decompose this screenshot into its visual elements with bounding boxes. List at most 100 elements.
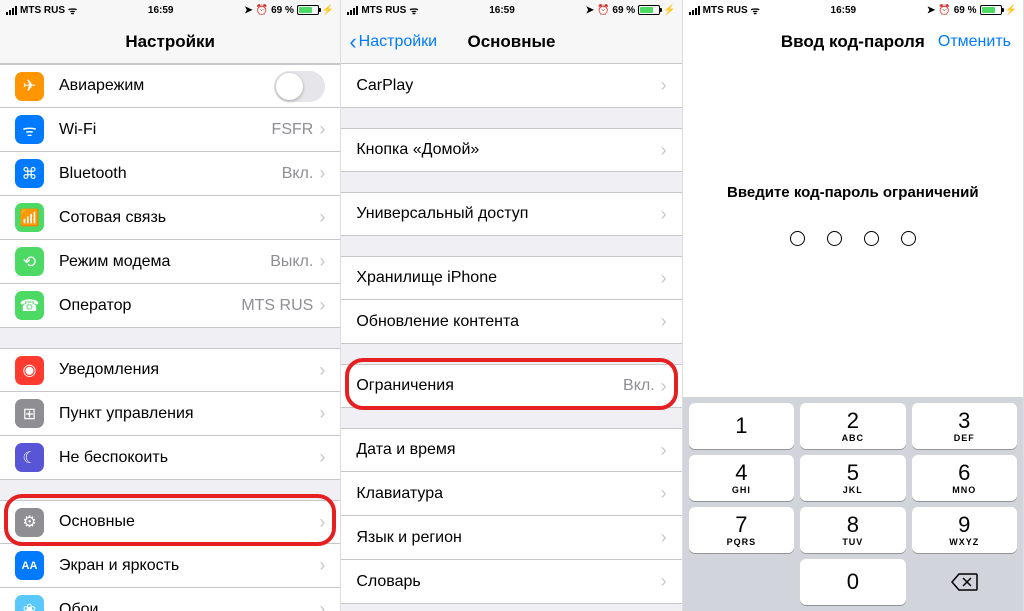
hotspot-icon: ⟲ — [15, 247, 44, 276]
chevron-right-icon: › — [319, 295, 325, 316]
nav-header: Настройки — [0, 20, 340, 64]
row-label: CarPlay — [356, 77, 660, 95]
chevron-right-icon: › — [661, 75, 667, 96]
row-dictionary[interactable]: Словарь › — [341, 560, 681, 604]
carrier-label: MTS RUS — [703, 5, 748, 16]
charging-icon: ⚡ — [1005, 5, 1017, 16]
row-hotspot[interactable]: ⟲ Режим модема Выкл. › — [0, 240, 340, 284]
row-accessibility[interactable]: Универсальный доступ › — [341, 192, 681, 236]
status-bar: MTS RUS ᯤ 16:59 ➤ ⏰ 69 % ⚡ — [0, 0, 340, 20]
settings-list[interactable]: ✈ Авиарежим ᯤ Wi-Fi FSFR › ⌘ Bluetooth В… — [0, 64, 340, 611]
control-center-icon: ⊞ — [15, 399, 44, 428]
general-list[interactable]: CarPlay › Кнопка «Домой» › Универсальный… — [341, 64, 681, 611]
row-cellular[interactable]: 📶 Сотовая связь › — [0, 196, 340, 240]
row-background-refresh[interactable]: Обновление контента › — [341, 300, 681, 344]
back-button[interactable]: ‹ Настройки — [349, 31, 437, 53]
passcode-screen: MTS RUS ᯤ 16:59 ➤ ⏰ 69 % ⚡ Ввод код-паро… — [683, 0, 1024, 611]
wifi-icon: ᯤ — [15, 115, 44, 144]
chevron-right-icon: › — [319, 251, 325, 272]
row-home-button[interactable]: Кнопка «Домой» › — [341, 128, 681, 172]
row-label: Обновление контента — [356, 313, 660, 331]
keypad-2[interactable]: 2ABC — [800, 403, 905, 449]
chevron-right-icon: › — [661, 268, 667, 289]
location-icon: ➤ — [586, 5, 594, 16]
chevron-right-icon: › — [319, 119, 325, 140]
passcode-body: Введите код-пароль ограничений — [683, 64, 1023, 397]
row-label: Универсальный доступ — [356, 205, 660, 223]
status-time: 16:59 — [760, 5, 927, 16]
row-wifi[interactable]: ᯤ Wi-Fi FSFR › — [0, 108, 340, 152]
keypad-3[interactable]: 3DEF — [912, 403, 1017, 449]
chevron-right-icon: › — [661, 440, 667, 461]
backspace-icon — [950, 572, 978, 592]
chevron-right-icon: › — [319, 555, 325, 576]
keypad-delete[interactable] — [912, 559, 1017, 605]
carrier-label: MTS RUS — [361, 5, 406, 16]
row-label: Wi-Fi — [59, 121, 272, 139]
chevron-right-icon: › — [661, 527, 667, 548]
nav-header: Ввод код-пароля Отменить — [683, 20, 1023, 64]
row-label: Режим модема — [59, 253, 270, 271]
wifi-icon: ᯤ — [409, 3, 418, 17]
row-control-center[interactable]: ⊞ Пункт управления › — [0, 392, 340, 436]
alarm-icon: ⏰ — [938, 5, 950, 16]
wifi-icon: ᯤ — [751, 3, 760, 17]
row-carplay[interactable]: CarPlay › — [341, 64, 681, 108]
signal-icon — [6, 6, 17, 15]
row-notifications[interactable]: ◉ Уведомления › — [0, 348, 340, 392]
keypad-0[interactable]: 0 — [800, 559, 905, 605]
row-label: Основные — [59, 513, 319, 531]
chevron-right-icon: › — [661, 311, 667, 332]
row-value: Выкл. — [270, 253, 313, 271]
keypad-blank — [689, 559, 794, 605]
cancel-button[interactable]: Отменить — [938, 33, 1011, 51]
dnd-icon: ☾ — [15, 443, 44, 472]
row-label: Не беспокоить — [59, 449, 319, 467]
row-label: Дата и время — [356, 441, 660, 459]
row-bluetooth[interactable]: ⌘ Bluetooth Вкл. › — [0, 152, 340, 196]
row-general[interactable]: ⚙ Основные › — [0, 500, 340, 544]
chevron-right-icon: › — [661, 571, 667, 592]
row-restrictions[interactable]: Ограничения Вкл. › — [341, 364, 681, 408]
carrier-label: MTS RUS — [20, 5, 65, 16]
row-value: Вкл. — [282, 165, 314, 183]
row-wallpaper[interactable]: ❀ Обои › — [0, 588, 340, 611]
row-carrier[interactable]: ☎ Оператор MTS RUS › — [0, 284, 340, 328]
keypad-8[interactable]: 8TUV — [800, 507, 905, 553]
numeric-keypad: 1 2ABC 3DEF 4GHI 5JKL 6MNO 7PQRS 8TUV 9W… — [683, 397, 1023, 611]
passcode-dot — [790, 231, 805, 246]
row-keyboard[interactable]: Клавиатура › — [341, 472, 681, 516]
row-label: Кнопка «Домой» — [356, 141, 660, 159]
page-title: Ввод код-пароля — [781, 32, 925, 52]
battery-pct: 69 % — [612, 5, 635, 16]
airplane-icon: ✈ — [15, 72, 44, 101]
row-label: Экран и яркость — [59, 557, 319, 575]
row-language-region[interactable]: Язык и регион › — [341, 516, 681, 560]
keypad-5[interactable]: 5JKL — [800, 455, 905, 501]
signal-icon — [347, 6, 358, 15]
keypad-6[interactable]: 6MNO — [912, 455, 1017, 501]
general-screen: MTS RUS ᯤ 16:59 ➤ ⏰ 69 % ⚡ ‹ Настройки О… — [341, 0, 682, 611]
row-label: Bluetooth — [59, 165, 282, 183]
settings-screen: MTS RUS ᯤ 16:59 ➤ ⏰ 69 % ⚡ Настройки ✈ А… — [0, 0, 341, 611]
row-date-time[interactable]: Дата и время › — [341, 428, 681, 472]
chevron-right-icon: › — [319, 512, 325, 533]
status-time: 16:59 — [77, 5, 244, 16]
row-airplane[interactable]: ✈ Авиарежим — [0, 64, 340, 108]
row-dnd[interactable]: ☾ Не беспокоить › — [0, 436, 340, 480]
keypad-4[interactable]: 4GHI — [689, 455, 794, 501]
keypad-1[interactable]: 1 — [689, 403, 794, 449]
signal-icon — [689, 6, 700, 15]
cellular-icon: 📶 — [15, 203, 44, 232]
keypad-9[interactable]: 9WXYZ — [912, 507, 1017, 553]
location-icon: ➤ — [927, 5, 935, 16]
back-label: Настройки — [359, 33, 437, 51]
bluetooth-icon: ⌘ — [15, 159, 44, 188]
alarm-icon: ⏰ — [597, 5, 609, 16]
passcode-prompt: Введите код-пароль ограничений — [727, 184, 979, 201]
airplane-toggle[interactable] — [274, 71, 325, 102]
battery-icon — [980, 5, 1002, 15]
keypad-7[interactable]: 7PQRS — [689, 507, 794, 553]
row-display[interactable]: AA Экран и яркость › — [0, 544, 340, 588]
row-storage[interactable]: Хранилище iPhone › — [341, 256, 681, 300]
